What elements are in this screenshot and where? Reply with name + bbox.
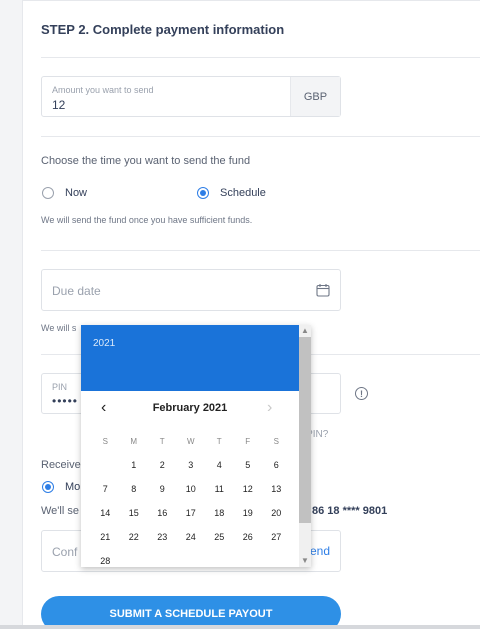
scroll-up-icon[interactable]: ▲ [299,325,311,337]
day-cell[interactable]: 24 [177,532,206,542]
chevron-right-icon[interactable]: › [267,399,272,417]
day-cell[interactable]: 21 [91,532,120,542]
day-cell[interactable]: 2 [148,460,177,470]
step-title: STEP 2. Complete payment information [41,22,285,37]
weekday-label: M [130,436,138,446]
mobile-radio-label[interactable]: Mo [65,481,80,493]
day-cell[interactable]: 13 [262,484,291,494]
day-cell[interactable]: 9 [148,484,177,494]
pin-label: PIN [52,382,68,392]
weekday-label: T [216,436,222,446]
due-date-placeholder: Due date [52,284,101,298]
divider [41,57,480,58]
week-row: 7 8 9 10 11 12 13 [91,477,291,501]
currency-selector[interactable]: GBP [290,77,340,116]
scroll-down-icon[interactable]: ▼ [299,555,311,567]
day-cell[interactable]: 20 [262,508,291,518]
date-picker-grid: S M T W T F S 1 2 3 4 5 6 7 8 9 10 11 12… [91,429,291,567]
day-cell[interactable]: 14 [91,508,120,518]
day-cell[interactable]: 15 [120,508,149,518]
day-cell[interactable]: 22 [120,532,149,542]
day-cell[interactable]: 1 [120,460,149,470]
date-picker-nav: ‹ February 2021 › [81,391,299,427]
day-cell[interactable]: 5 [234,460,263,470]
day-cell[interactable]: 12 [234,484,263,494]
amount-value[interactable]: 12 [52,98,65,112]
schedule-radio-label[interactable]: Schedule [220,187,266,199]
date-picker-year[interactable]: 2021 [93,338,115,349]
weekday-label: F [245,436,251,446]
phone-number: 86 18 **** 9801 [312,505,388,517]
weekday-label: S [102,436,108,446]
receive-label: Receive [41,459,81,471]
time-label: Choose the time you want to send the fun… [41,155,251,167]
date-picker-header: 2021 [81,325,299,391]
schedule-radio[interactable] [197,187,209,199]
mobile-radio[interactable] [42,481,54,493]
day-cell[interactable]: 8 [120,484,149,494]
day-cell[interactable]: 19 [234,508,263,518]
weekday-label: S [273,436,279,446]
due-date-hint: We will s [41,323,77,333]
day-cell[interactable]: 17 [177,508,206,518]
now-radio[interactable] [42,187,54,199]
day-cell[interactable]: 18 [205,508,234,518]
due-date-field[interactable]: Due date [41,269,341,311]
amount-field[interactable]: Amount you want to send 12 GBP [41,76,341,117]
amount-label: Amount you want to send [52,85,154,95]
divider [41,250,480,251]
week-row: 28 [91,549,291,567]
day-cell[interactable]: 10 [177,484,206,494]
day-cell[interactable]: 11 [205,484,234,494]
calendar-icon[interactable] [316,283,330,297]
week-row: 14 15 16 17 18 19 20 [91,501,291,525]
weekday-label: W [186,436,195,446]
day-cell[interactable]: 23 [148,532,177,542]
day-cell[interactable]: 28 [91,556,120,566]
week-row: 21 22 23 24 25 26 27 [91,525,291,549]
confirm-code-placeholder: Conf [52,545,78,559]
send-code-link[interactable]: end [310,544,330,558]
weekday-row: S M T W T F S [91,429,291,453]
day-cell[interactable]: 27 [262,532,291,542]
day-cell[interactable]: 6 [262,460,291,470]
week-row: 1 2 3 4 5 6 [91,453,291,477]
send-code-text: We'll se [41,505,79,517]
bottom-strip [0,625,480,629]
scrollbar-thumb[interactable] [299,337,311,523]
weekday-label: T [159,436,165,446]
day-cell[interactable]: 7 [91,484,120,494]
day-cell[interactable]: 25 [205,532,234,542]
pin-value[interactable]: ••••• [52,394,78,408]
day-cell[interactable]: 26 [234,532,263,542]
fund-hint: We will send the fund once you have suff… [41,215,253,225]
now-radio-label[interactable]: Now [65,187,87,199]
day-cell[interactable]: 3 [177,460,206,470]
day-cell[interactable]: 4 [205,460,234,470]
divider [41,136,480,137]
info-icon[interactable]: ! [355,387,368,400]
date-picker[interactable]: 2021 ‹ February 2021 › S M T W T F S 1 2… [81,325,311,567]
day-cell[interactable]: 16 [148,508,177,518]
